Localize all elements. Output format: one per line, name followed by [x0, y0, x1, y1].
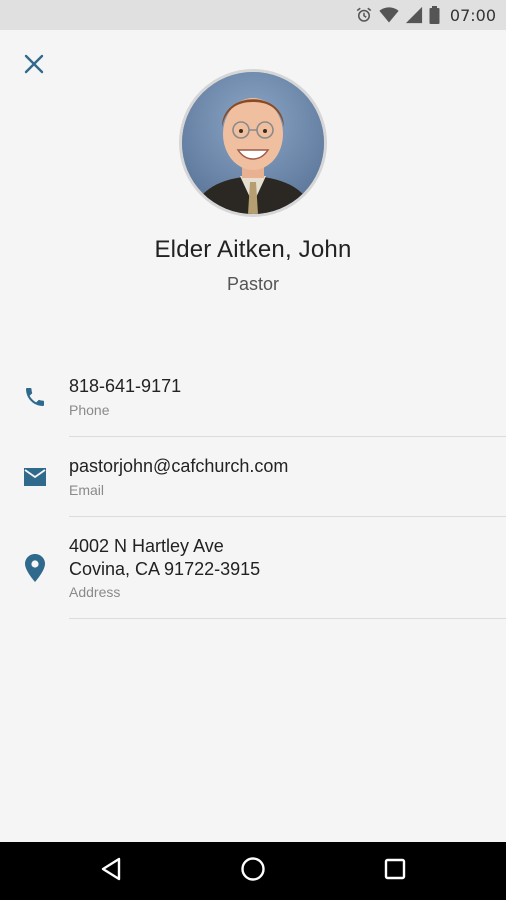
email-icon: [20, 462, 50, 492]
contact-role: Pastor: [226, 274, 280, 294]
wifi-icon: [379, 6, 399, 24]
address-label: Address: [69, 584, 121, 600]
phone-icon: [20, 382, 50, 412]
divider: [69, 516, 506, 517]
contact-name: Elder Aitken, John: [154, 236, 352, 263]
location-pin-icon: [20, 553, 50, 583]
battery-icon: [429, 6, 440, 24]
recents-icon: [384, 858, 406, 885]
divider: [69, 436, 506, 437]
home-icon: [240, 856, 266, 887]
close-icon: [23, 53, 45, 80]
phone-row[interactable]: 818-641-9171 Phone: [0, 370, 506, 436]
address-row[interactable]: 4002 N Hartley Ave Covina, CA 91722-3915…: [0, 530, 506, 618]
address-value[interactable]: 4002 N Hartley Ave Covina, CA 91722-3915: [69, 535, 260, 581]
alarm-icon: [355, 6, 373, 24]
divider: [69, 618, 506, 619]
signal-icon: [405, 6, 423, 24]
recents-button[interactable]: [365, 842, 425, 900]
status-icons: 07:00: [355, 0, 496, 30]
avatar: [179, 69, 327, 217]
status-bar: 07:00: [0, 0, 506, 30]
close-button[interactable]: [14, 46, 54, 86]
back-button[interactable]: [81, 842, 141, 900]
status-time: 07:00: [449, 5, 496, 25]
phone-label: Phone: [69, 402, 110, 418]
email-value[interactable]: pastorjohn@cafchurch.com: [69, 455, 288, 478]
navigation-bar: [0, 842, 506, 900]
email-row[interactable]: pastorjohn@cafchurch.com Email: [0, 450, 506, 516]
email-label: Email: [69, 482, 105, 498]
home-button[interactable]: [223, 842, 283, 900]
back-icon: [100, 857, 122, 886]
phone-value[interactable]: 818-641-9171: [69, 375, 181, 398]
